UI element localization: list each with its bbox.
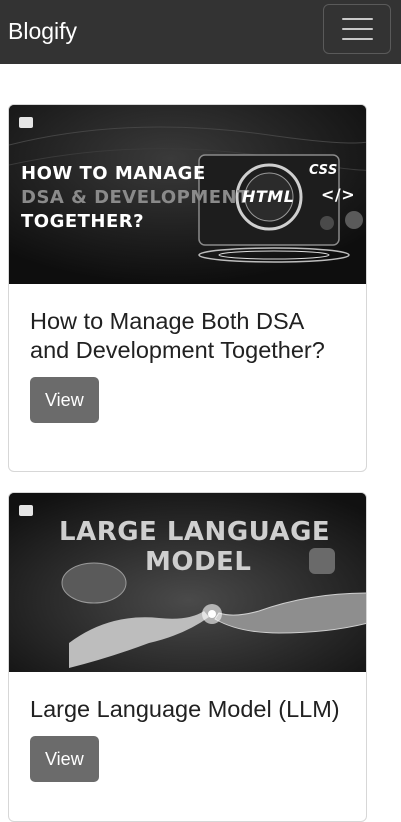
blog-card-title: Large Language Model (LLM) — [30, 696, 340, 722]
image-caption-line: LARGE LANGUAGE — [59, 517, 331, 547]
image-caption-line: HOW TO MANAGE — [21, 163, 206, 184]
view-button[interactable]: View — [30, 377, 99, 423]
blog-card-image: HOW TO MANAGE DSA & DEVELOPMENT TOGETHER… — [9, 105, 366, 284]
blog-card-image: LARGE LANGUAGE MODEL — [9, 493, 366, 672]
blog-card: LARGE LANGUAGE MODEL Large Language Mode… — [8, 492, 367, 822]
blog-card-body: How to Manage Both DSA and Development T… — [9, 284, 366, 423]
brand-logo-text[interactable]: Blogify — [8, 16, 77, 46]
image-caption-line: DSA & DEVELOPMENT — [21, 187, 250, 208]
html-badge-text: HTML — [242, 187, 295, 206]
view-button[interactable]: View — [30, 736, 99, 782]
code-tag-text: </> — [321, 185, 356, 204]
image-caption-line: MODEL — [145, 547, 252, 577]
image-caption-line: TOGETHER? — [21, 211, 145, 232]
blog-card-title: How to Manage Both DSA and Development T… — [30, 308, 325, 363]
css-badge-text: CSS — [309, 163, 338, 178]
navbar-toggler-button[interactable] — [323, 4, 391, 54]
blog-card: HOW TO MANAGE DSA & DEVELOPMENT TOGETHER… — [8, 104, 367, 472]
blog-card-body: Large Language Model (LLM) View — [9, 672, 366, 782]
navbar: Blogify — [0, 0, 401, 64]
